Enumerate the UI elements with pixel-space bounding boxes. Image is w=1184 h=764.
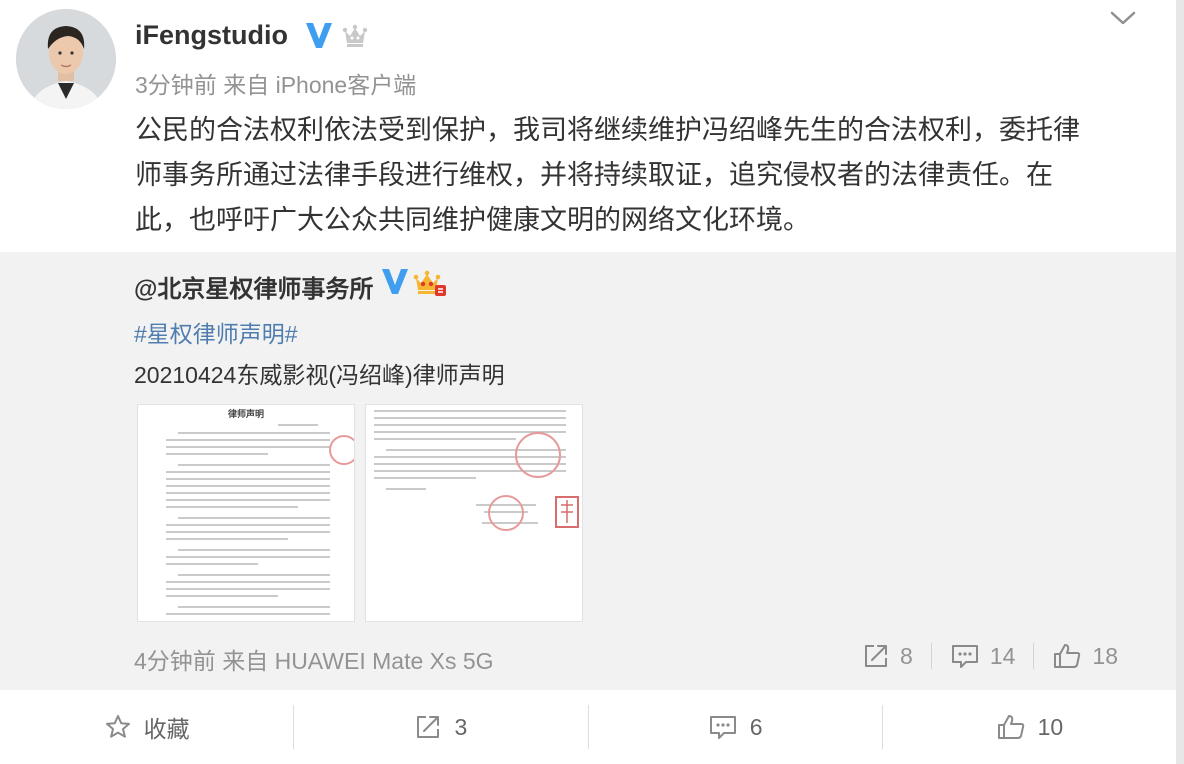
hashtag-link[interactable]: #星权律师声明# [134, 315, 298, 349]
comment-icon [708, 713, 738, 741]
username[interactable]: iFengstudio [135, 20, 288, 51]
comment-button[interactable]: 6 [589, 690, 882, 764]
avatar[interactable] [16, 9, 116, 109]
repost-like-button[interactable]: 18 [1034, 642, 1136, 670]
post-content-line: 公民的合法权利依法受到保护，我司将继续维护冯绍峰先生的合法权利，委托律 [135, 115, 1080, 145]
repost-comment-button[interactable]: 14 [932, 642, 1034, 670]
post-content: 公民的合法权利依法受到保护，我司将继续维护冯绍峰先生的合法权利，委托律 师事务所… [135, 108, 1135, 243]
weibo-post: iFengstudio 3分钟前 来自 iPhone客户端 公民的合法权利依法受… [0, 0, 1176, 252]
repost-author[interactable]: @北京星权律师事务所 [134, 269, 373, 304]
share-icon [414, 713, 442, 741]
verified-v-icon [381, 266, 409, 296]
like-count: 10 [1037, 713, 1064, 740]
like-icon [996, 713, 1026, 741]
post-meta: 3分钟前 来自 iPhone客户端 [135, 66, 416, 100]
like-button[interactable]: 10 [883, 690, 1176, 764]
verified-v-icon [304, 20, 334, 50]
share-icon [862, 642, 890, 670]
scrollbar[interactable] [1176, 0, 1184, 764]
like-icon [1052, 642, 1082, 670]
repost-meta: 4分钟前 来自 HUAWEI Mate Xs 5G [134, 642, 494, 676]
repost-time[interactable]: 4分钟前 [134, 648, 216, 674]
favorite-button[interactable]: 收藏 [0, 690, 293, 764]
repost-share-button[interactable]: 8 [844, 642, 931, 670]
favorite-label: 收藏 [143, 716, 190, 742]
repost-comment-count: 14 [989, 642, 1016, 669]
post-content-line: 师事务所通过法律手段进行维权，并将持续取证，追究侵权者的法律责任。在 [135, 160, 1053, 190]
post-from-label: 来自 [223, 72, 270, 98]
comment-count: 6 [749, 713, 763, 740]
document-image-2[interactable] [365, 404, 583, 622]
repost-text: 20210424东威影视(冯绍峰)律师声明 [134, 362, 505, 388]
comment-icon [950, 642, 980, 670]
repost-like-count: 18 [1092, 642, 1118, 669]
document-image-1[interactable]: 律师声明 [137, 404, 355, 622]
repost-card: @北京星权律师事务所 #星权律师声明# 20210424东威影视(冯绍峰)律师声… [0, 252, 1176, 690]
member-crown-icon [413, 268, 447, 298]
member-crown-icon [341, 22, 369, 50]
repost-source: HUAWEI Mate Xs 5G [274, 648, 494, 674]
star-icon [104, 713, 132, 741]
post-time[interactable]: 3分钟前 [135, 72, 217, 98]
bottom-action-bar: 收藏 3 6 10 [0, 690, 1176, 764]
share-count: 3 [454, 713, 468, 740]
chevron-down-icon[interactable] [1108, 6, 1138, 30]
repost-share-count: 8 [900, 642, 913, 669]
post-source: iPhone客户端 [275, 72, 417, 98]
share-button[interactable]: 3 [294, 690, 587, 764]
repost-actions: 8 14 18 [844, 640, 1136, 672]
repost-from-label: 来自 [222, 648, 269, 674]
post-content-line: 此，也呼吁广大公众共同维护健康文明的网络文化环境。 [135, 205, 810, 235]
doc-title: 律师声明 [227, 408, 264, 420]
